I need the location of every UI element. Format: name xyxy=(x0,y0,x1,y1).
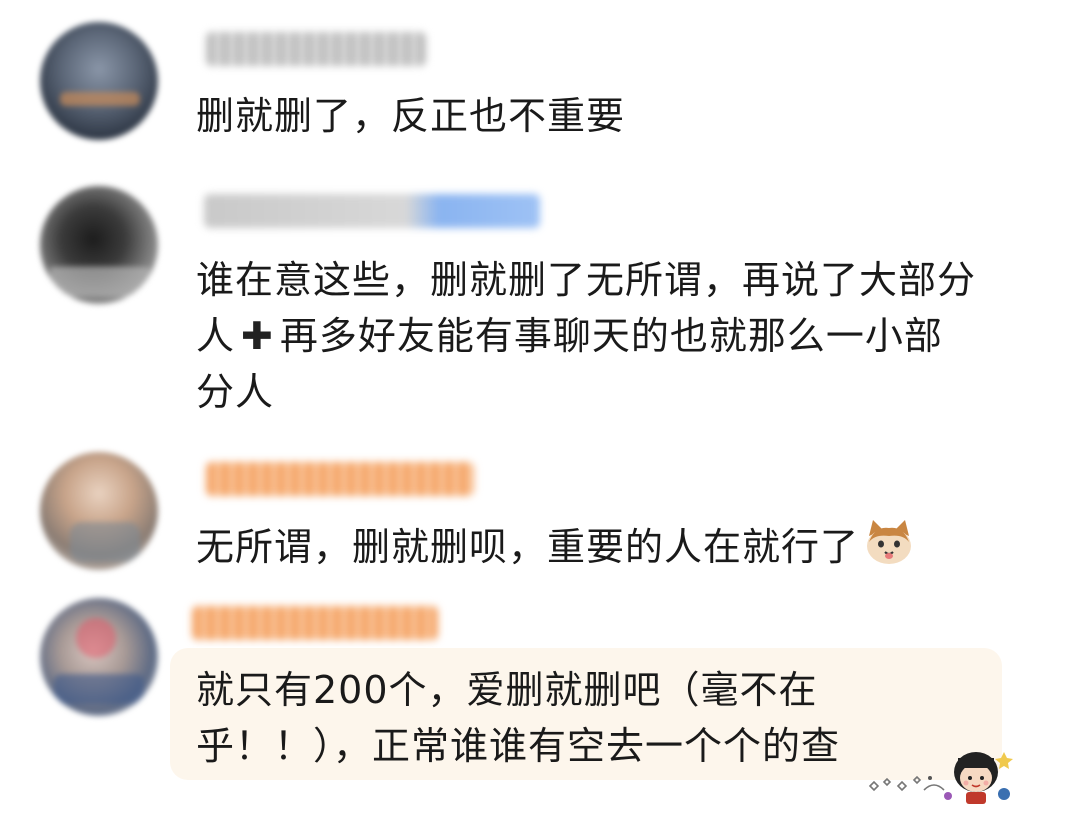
comment-text-line: 乎！！），正常谁谁有空去一个个的查 xyxy=(196,724,841,768)
avatar[interactable] xyxy=(40,598,158,716)
comment-text-line: 就只有200个，爱删就删吧（毫不在 xyxy=(196,668,818,712)
username-blurred[interactable] xyxy=(206,32,426,66)
comment-text-line: 无所谓，删就删呗，重要的人在就行了 xyxy=(196,518,915,581)
avatar[interactable] xyxy=(40,452,158,570)
username-blurred[interactable] xyxy=(204,194,540,228)
comment-text-line: 谁在意这些，删就删了无所谓，再说了大部分 xyxy=(196,258,977,302)
comment-text-line: 人 ✚ 再多好友能有事聊天的也就那么一小部 xyxy=(196,308,976,364)
comment-text-line: 分人 xyxy=(196,370,275,414)
comment-text: 删就删了，反正也不重要 xyxy=(196,88,625,144)
comment-text: 谁在意这些，删就删了无所谓，再说了大部分 人 ✚ 再多好友能有事聊天的也就那么一小部… xyxy=(196,252,976,420)
comment-text: 就只有200个，爱删就删吧（毫不在 乎！！），正常谁谁有空去一个个的查 xyxy=(196,662,840,774)
avatar[interactable] xyxy=(40,22,158,140)
comment-text-line: 删就删了，反正也不重要 xyxy=(196,94,626,138)
maruko-sticker-icon xyxy=(864,738,1024,806)
comment-text-prefix: 人 xyxy=(196,314,236,358)
avatar[interactable] xyxy=(40,186,158,304)
cat-face-icon xyxy=(863,518,915,581)
username-blurred[interactable] xyxy=(206,462,474,496)
heavy-plus-icon: ✚ xyxy=(241,314,274,358)
username-blurred[interactable] xyxy=(192,606,438,640)
comment-text: 无所谓，删就删呗，重要的人在就行了 xyxy=(196,518,915,581)
